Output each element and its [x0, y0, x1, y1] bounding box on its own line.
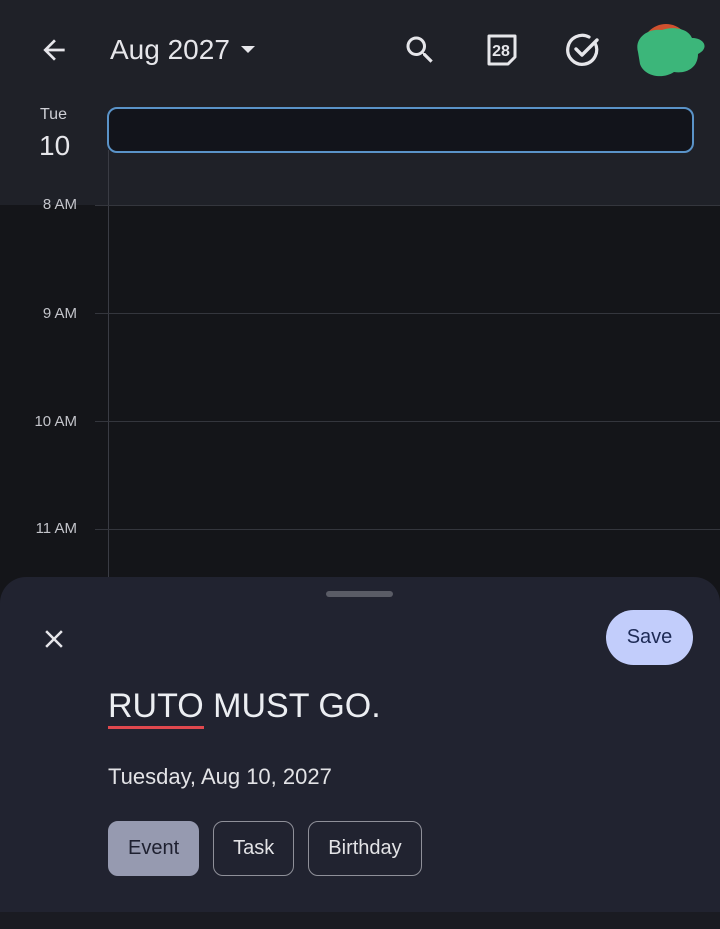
hour-label: 8 AM [42, 196, 77, 213]
close-button[interactable] [34, 619, 74, 659]
account-avatar[interactable] [632, 24, 706, 78]
event-date[interactable]: Tuesday, Aug 10, 2027 [108, 764, 332, 790]
day-number[interactable]: 10 [39, 130, 70, 162]
today-button[interactable]: 28 [478, 26, 526, 74]
hour-line [95, 421, 720, 422]
caret-down-icon [240, 46, 255, 53]
hour-line [95, 205, 720, 206]
month-selector[interactable]: Aug 2027 [110, 30, 256, 70]
sheet-bottom-edge [0, 912, 720, 929]
search-button[interactable] [396, 26, 444, 74]
hour-line [95, 313, 720, 314]
check-circle-icon [566, 33, 599, 66]
hour-line [95, 529, 720, 530]
misspelled-word[interactable]: RUTO [108, 687, 204, 729]
all-day-event-slot[interactable] [107, 107, 694, 153]
arrow-left-icon [43, 39, 65, 61]
chip-event[interactable]: Event [108, 821, 200, 876]
search-icon [406, 36, 433, 63]
tasks-button[interactable] [559, 26, 607, 74]
month-title-label: Aug 2027 [110, 34, 230, 65]
chip-birthday[interactable]: Birthday [308, 821, 422, 876]
back-button[interactable] [34, 30, 74, 70]
quick-event-sheet: Save RUTO MUST GO. Tuesday, Aug 10, 2027… [0, 577, 720, 929]
hour-label: 11 AM [35, 520, 77, 537]
event-title-input[interactable]: RUTO MUST GO. [108, 687, 668, 729]
chip-task[interactable]: Task [213, 821, 295, 876]
time-grid[interactable]: 8 AM 9 AM 10 AM 11 AM [0, 196, 720, 605]
close-icon [45, 630, 63, 648]
event-type-chips: Event Task Birthday [108, 821, 422, 876]
drag-handle[interactable] [326, 591, 393, 597]
avatar-image [637, 24, 705, 77]
today-date-number: 28 [492, 43, 510, 60]
weekday-label: Tue [40, 106, 67, 123]
calendar-today-icon: 28 [487, 34, 517, 66]
event-title-text: MUST GO. [203, 687, 381, 725]
hour-label: 9 AM [42, 305, 77, 322]
hour-label: 10 AM [34, 413, 77, 430]
save-button[interactable]: Save [606, 610, 693, 665]
